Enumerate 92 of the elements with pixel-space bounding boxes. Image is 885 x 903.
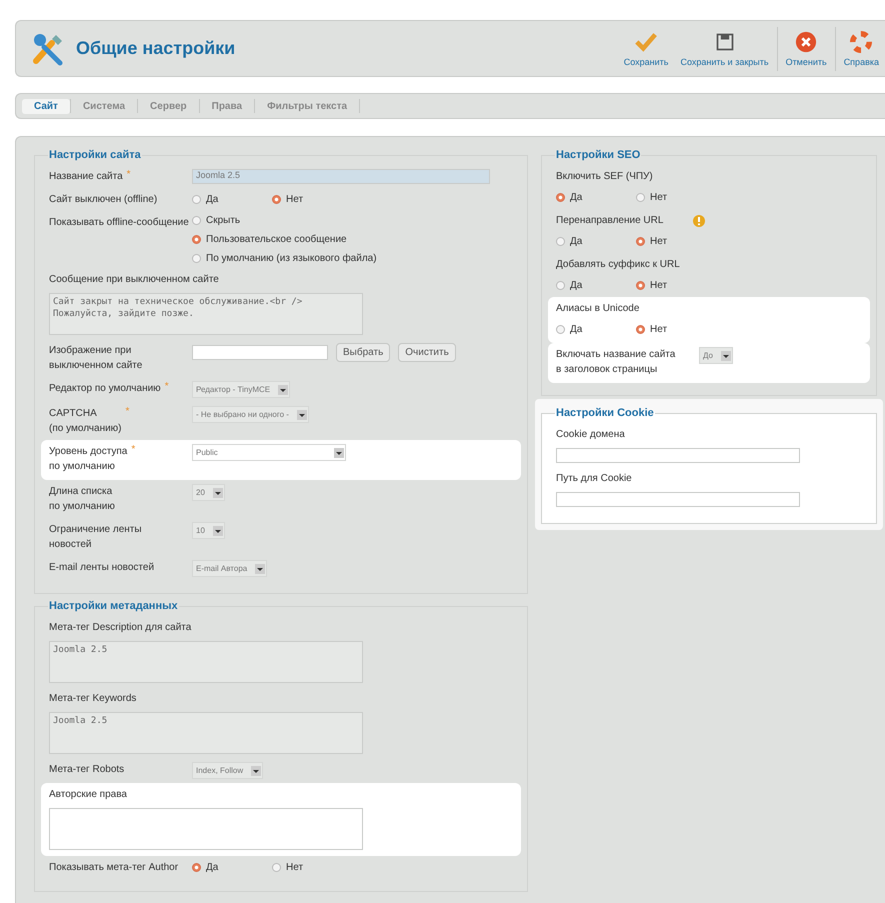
text-field[interactable] (192, 345, 328, 360)
fieldset-legend: Настройки Cookie (555, 407, 655, 419)
field-label: Название сайта (49, 170, 123, 184)
dropdown[interactable]: Редактор - TinyMCE (192, 381, 290, 398)
radio-label: Да (206, 862, 218, 873)
dropdown[interactable]: До (699, 347, 733, 364)
field-label: Показывать мета-тег Author (49, 861, 178, 875)
field-label: Длина списка по умолчанию (49, 485, 115, 514)
fieldset-legend: Настройки сайта (48, 149, 142, 161)
radio-label: По умолчанию (из языкового файла) (206, 253, 377, 264)
field-label: Авторские права (49, 788, 127, 802)
text-area[interactable]: Сайт закрыт на техническое обслуживание.<br /> Пожалуйста, зайдите позже. (49, 293, 363, 335)
radio-label: Да (570, 280, 582, 291)
dropdown[interactable]: - Не выбрано ни одного - (192, 406, 309, 423)
field-label: Сообщение при выключенном сайте (49, 273, 219, 287)
radio-button[interactable] (192, 863, 201, 872)
required-mark: * (131, 444, 136, 456)
tab[interactable]: Права (200, 98, 254, 114)
tab[interactable]: Сайт (22, 98, 70, 114)
tab[interactable]: Система (70, 98, 138, 114)
field-label: Сайт выключен (offline) (49, 193, 158, 207)
radio-button[interactable] (636, 193, 645, 202)
dropdown[interactable]: Index, Follow (192, 762, 264, 779)
radio-button[interactable] (192, 195, 201, 204)
radio-button[interactable] (636, 237, 645, 246)
radio-label: Нет (650, 192, 668, 203)
field-label: Включить SEF (ЧПУ) (556, 170, 653, 184)
radio-button[interactable] (192, 254, 201, 263)
field-label: Включать название сайта в заголовок страницы (556, 348, 676, 377)
radio-label: Нет (650, 236, 668, 247)
dropdown[interactable]: E-mail Автора (192, 560, 268, 577)
text-area[interactable]: Joomla 2.5 (49, 712, 363, 754)
radio-button[interactable] (636, 325, 645, 334)
radio-label: Да (206, 194, 218, 205)
field-label: CAPTCHA (по умолчанию) (49, 407, 122, 436)
radio-label: Нет (650, 280, 668, 291)
toolbar-button[interactable]: Отменить (780, 26, 833, 70)
field-label: Мета-тег Keywords (49, 692, 136, 706)
field-label: Мета-тег Description для сайта (49, 621, 192, 635)
radio-button[interactable] (272, 863, 281, 872)
radio-button[interactable] (192, 235, 201, 244)
required-mark: * (126, 406, 130, 418)
field-label: Показывать offline-сообщение (49, 216, 189, 230)
close-icon (794, 30, 818, 52)
tab[interactable]: Сервер (138, 98, 199, 114)
dropdown[interactable]: 10 (192, 522, 225, 539)
dropdown[interactable]: Public (192, 444, 346, 461)
field-label: Изображение при выключенном сайте (49, 344, 144, 373)
field-label: Уровень доступа по умолчанию (49, 445, 128, 474)
radio-label: Нет (286, 194, 304, 205)
field-label: Мета-тег Robots (49, 763, 124, 777)
fieldset-legend: Настройки метаданных (48, 600, 179, 612)
tab[interactable]: Фильтры текста (255, 98, 360, 114)
field-label: Ограничение ленты новостей (49, 523, 142, 552)
text-field[interactable]: Joomla 2.5 (192, 169, 490, 184)
page-title: Общие настройки (76, 38, 236, 59)
radio-label: Нет (650, 324, 668, 335)
field-label: Cookie домена (556, 428, 625, 442)
required-mark: * (126, 169, 131, 181)
text-area[interactable]: Joomla 2.5 (49, 641, 363, 683)
field-label: Алиасы в Unicode (556, 302, 640, 316)
radio-button[interactable] (556, 325, 565, 334)
radio-button[interactable] (192, 216, 201, 225)
lifebuoy-icon (849, 30, 874, 52)
field-label: Перенаправление URL (556, 214, 664, 228)
radio-button[interactable] (556, 281, 565, 290)
form-button[interactable]: Выбрать (336, 343, 390, 362)
fieldset-legend: Настройки SEO (555, 149, 642, 161)
radio-button[interactable] (556, 237, 565, 246)
checkmark-icon (634, 30, 658, 52)
field-label: Путь для Cookie (556, 472, 632, 486)
radio-label: Пользовательское сообщение (206, 234, 347, 245)
field-label: E-mail ленты новостей (49, 561, 154, 575)
field-label: Добавлять суффикс к URL (556, 258, 680, 272)
radio-button[interactable] (272, 195, 281, 204)
text-field[interactable] (556, 448, 800, 463)
text-area[interactable] (49, 808, 363, 850)
dropdown[interactable]: 20 (192, 484, 225, 501)
field-label: Редактор по умолчанию (49, 382, 161, 396)
required-mark: * (164, 381, 169, 393)
radio-label: Да (570, 192, 582, 203)
radio-button[interactable] (636, 281, 645, 290)
form-button[interactable]: Очистить (398, 343, 456, 362)
radio-label: Скрыть (206, 215, 240, 226)
toolbar-button[interactable]: Сохранить и закрыть (674, 26, 775, 70)
radio-button[interactable] (556, 193, 565, 202)
radio-label: Нет (286, 862, 304, 873)
radio-label: Да (570, 324, 582, 335)
toolbar-button[interactable]: Справка (838, 26, 885, 70)
radio-label: Да (570, 236, 582, 247)
text-field[interactable] (556, 492, 800, 507)
toolbar-button[interactable]: Сохранить (618, 26, 674, 70)
